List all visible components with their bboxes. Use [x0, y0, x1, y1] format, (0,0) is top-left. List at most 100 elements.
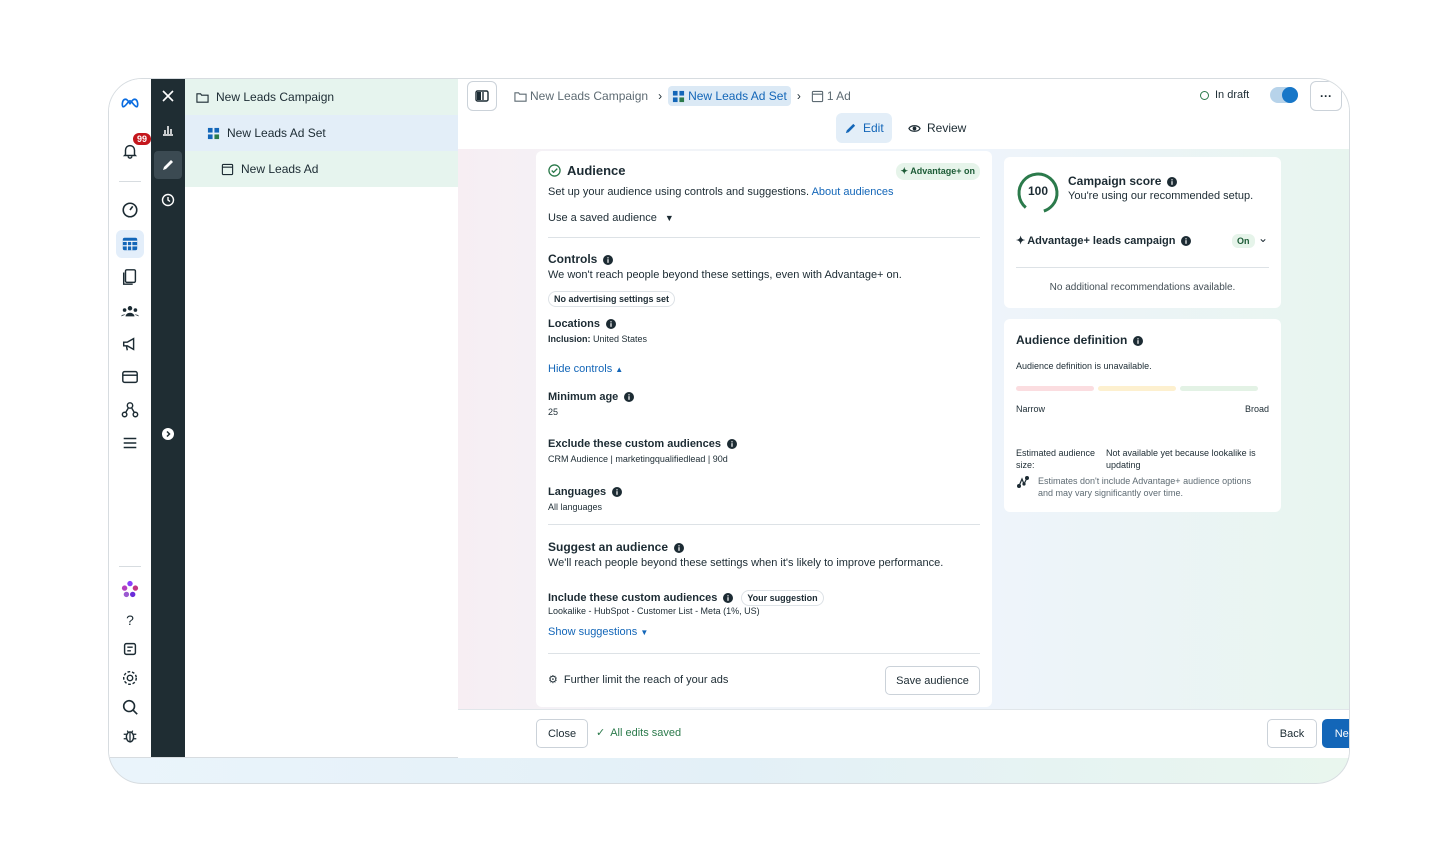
info-icon[interactable] [624, 392, 635, 402]
next-button[interactable]: Next [1322, 719, 1349, 748]
notifications-icon[interactable]: 99 [116, 132, 153, 165]
save-audience-button[interactable]: Save audience [885, 666, 980, 695]
chevron-down-icon[interactable]: ⌄ [1258, 231, 1268, 245]
score-subtitle: You're using our recommended setup. [1068, 190, 1254, 202]
breadcrumb-campaign[interactable]: New Leads Campaign [510, 86, 652, 106]
gear-icon: ⚙ [548, 674, 558, 686]
panel-layout-icon [475, 90, 489, 102]
bar-chart-icon[interactable] [154, 116, 182, 144]
languages-title[interactable]: Languages [548, 486, 980, 498]
your-suggestion-pill: Your suggestion [741, 590, 824, 606]
close-button[interactable]: Close [536, 719, 588, 748]
gauge-broad-segment [1180, 386, 1258, 391]
field-title: Minimum age [548, 391, 619, 403]
chevron-right-icon: › [658, 89, 663, 103]
tab-edit[interactable]: Edit [836, 113, 892, 143]
advantage-leads-row[interactable]: ✦ Advantage+ leads campaign [1016, 234, 1192, 247]
meta-ai-flower-icon[interactable] [116, 575, 144, 603]
meta-logo-icon[interactable] [116, 89, 144, 117]
breadcrumb-label: New Leads Ad Set [688, 89, 787, 103]
divider [548, 524, 980, 525]
info-icon[interactable] [674, 542, 685, 553]
card-title: Campaign score [1068, 174, 1162, 188]
folder-icon [196, 92, 209, 103]
audiences-icon[interactable] [116, 297, 144, 325]
footer-bar: Close ✓ All edits saved Back Next [458, 709, 1349, 758]
gauge-narrow-segment [1016, 386, 1094, 391]
all-tools-menu-icon[interactable] [116, 429, 144, 457]
campaign-on-off-toggle[interactable] [1270, 87, 1298, 103]
audience-definition-card: Audience definition Audience definition … [1004, 319, 1281, 512]
definition-unavailable: Audience definition is unavailable. [1016, 361, 1152, 371]
close-editor-icon[interactable] [154, 82, 182, 110]
expand-panel-icon[interactable] [154, 420, 182, 448]
breadcrumb-ad[interactable]: 1 Ad [807, 86, 855, 106]
history-clock-icon[interactable] [154, 186, 182, 214]
tree-item-label: New Leads Ad Set [227, 126, 326, 140]
audience-card: Audience ✦ Advantage+ on Set up your aud… [536, 151, 992, 707]
tree-item-label: New Leads Campaign [216, 90, 335, 104]
estimated-size-value: Not available yet because lookalike is u… [1106, 448, 1256, 470]
campaign-tree: New Leads Campaign New Leads Ad Set New … [185, 79, 459, 757]
tab-review[interactable]: Review [900, 113, 974, 143]
toggle-knob [1282, 87, 1298, 103]
breadcrumb-adset[interactable]: New Leads Ad Set [668, 86, 791, 106]
caret-down-icon: ▼ [664, 213, 674, 223]
campaigns-megaphone-icon[interactable] [116, 330, 144, 358]
adset-grid-icon [207, 127, 220, 139]
ad-icon [811, 90, 823, 102]
ads-manager-icon[interactable] [116, 230, 144, 258]
info-icon[interactable] [612, 487, 623, 497]
tree-item-label: New Leads Ad [241, 162, 319, 176]
more-options-button[interactable]: ··· [1310, 81, 1342, 111]
hide-controls-link[interactable]: Hide controls ▲ [548, 363, 980, 375]
info-icon[interactable] [1167, 176, 1178, 187]
exclude-audiences-title[interactable]: Exclude these custom audiences [548, 438, 980, 450]
business-assets-icon[interactable] [116, 396, 144, 424]
settings-gear-icon[interactable] [116, 664, 144, 692]
card-title: Audience definition [1016, 333, 1128, 347]
info-icon[interactable] [1133, 335, 1144, 346]
info-icon[interactable] [727, 439, 738, 449]
tree-item-campaign[interactable]: New Leads Campaign [185, 79, 458, 115]
billing-card-icon[interactable] [116, 363, 144, 391]
controls-title: Controls [548, 252, 980, 266]
include-audiences-title[interactable]: Include these custom audiences Your sugg… [548, 590, 980, 606]
help-icon[interactable]: ? [116, 606, 144, 634]
edit-pencil-icon[interactable] [154, 151, 182, 179]
info-icon[interactable] [723, 593, 734, 603]
show-suggestions-link[interactable]: Show suggestions ▼ [548, 626, 980, 638]
about-audiences-link[interactable]: About audiences [812, 186, 894, 198]
editor-toolbar [151, 79, 185, 757]
pages-icon[interactable] [116, 263, 144, 291]
save-status: ✓ All edits saved [596, 726, 681, 740]
dashboard-icon[interactable] [116, 196, 144, 224]
news-icon[interactable] [116, 635, 144, 663]
saved-audience-dropdown[interactable]: Use a saved audience ▼ [548, 212, 980, 224]
locations-title[interactable]: Locations [548, 318, 980, 330]
rail-divider [119, 181, 141, 182]
estimated-size-label: Estimated audience size: [1016, 448, 1096, 470]
tab-label: Review [927, 121, 967, 135]
estimate-note: Estimates don't include Advantage+ audie… [1038, 476, 1252, 498]
info-icon[interactable] [1181, 235, 1192, 246]
breadcrumb-label: 1 Ad [826, 89, 851, 103]
info-icon[interactable] [603, 254, 614, 265]
section-title: Audience [567, 163, 626, 178]
tree-item-ad[interactable]: New Leads Ad [185, 151, 458, 187]
tree-item-adset[interactable]: New Leads Ad Set [185, 115, 458, 151]
breadcrumb: New Leads Campaign › New Leads Ad Set › … [510, 79, 855, 113]
definition-title: Audience definition [1016, 333, 1144, 347]
back-button[interactable]: Back [1267, 719, 1317, 748]
toggle-panel-button[interactable] [467, 81, 497, 111]
minimum-age-title[interactable]: Minimum age [548, 391, 980, 403]
report-bug-icon[interactable] [116, 722, 144, 750]
dropdown-label: Use a saved audience [548, 212, 657, 224]
search-icon[interactable] [116, 693, 144, 721]
global-nav-rail: 99 ? [109, 79, 153, 757]
info-icon[interactable] [605, 319, 616, 329]
status-label: In draft [1215, 89, 1250, 101]
eye-icon [908, 124, 921, 132]
controls-description: We won't reach people beyond these setti… [548, 269, 902, 281]
divider [548, 237, 980, 238]
